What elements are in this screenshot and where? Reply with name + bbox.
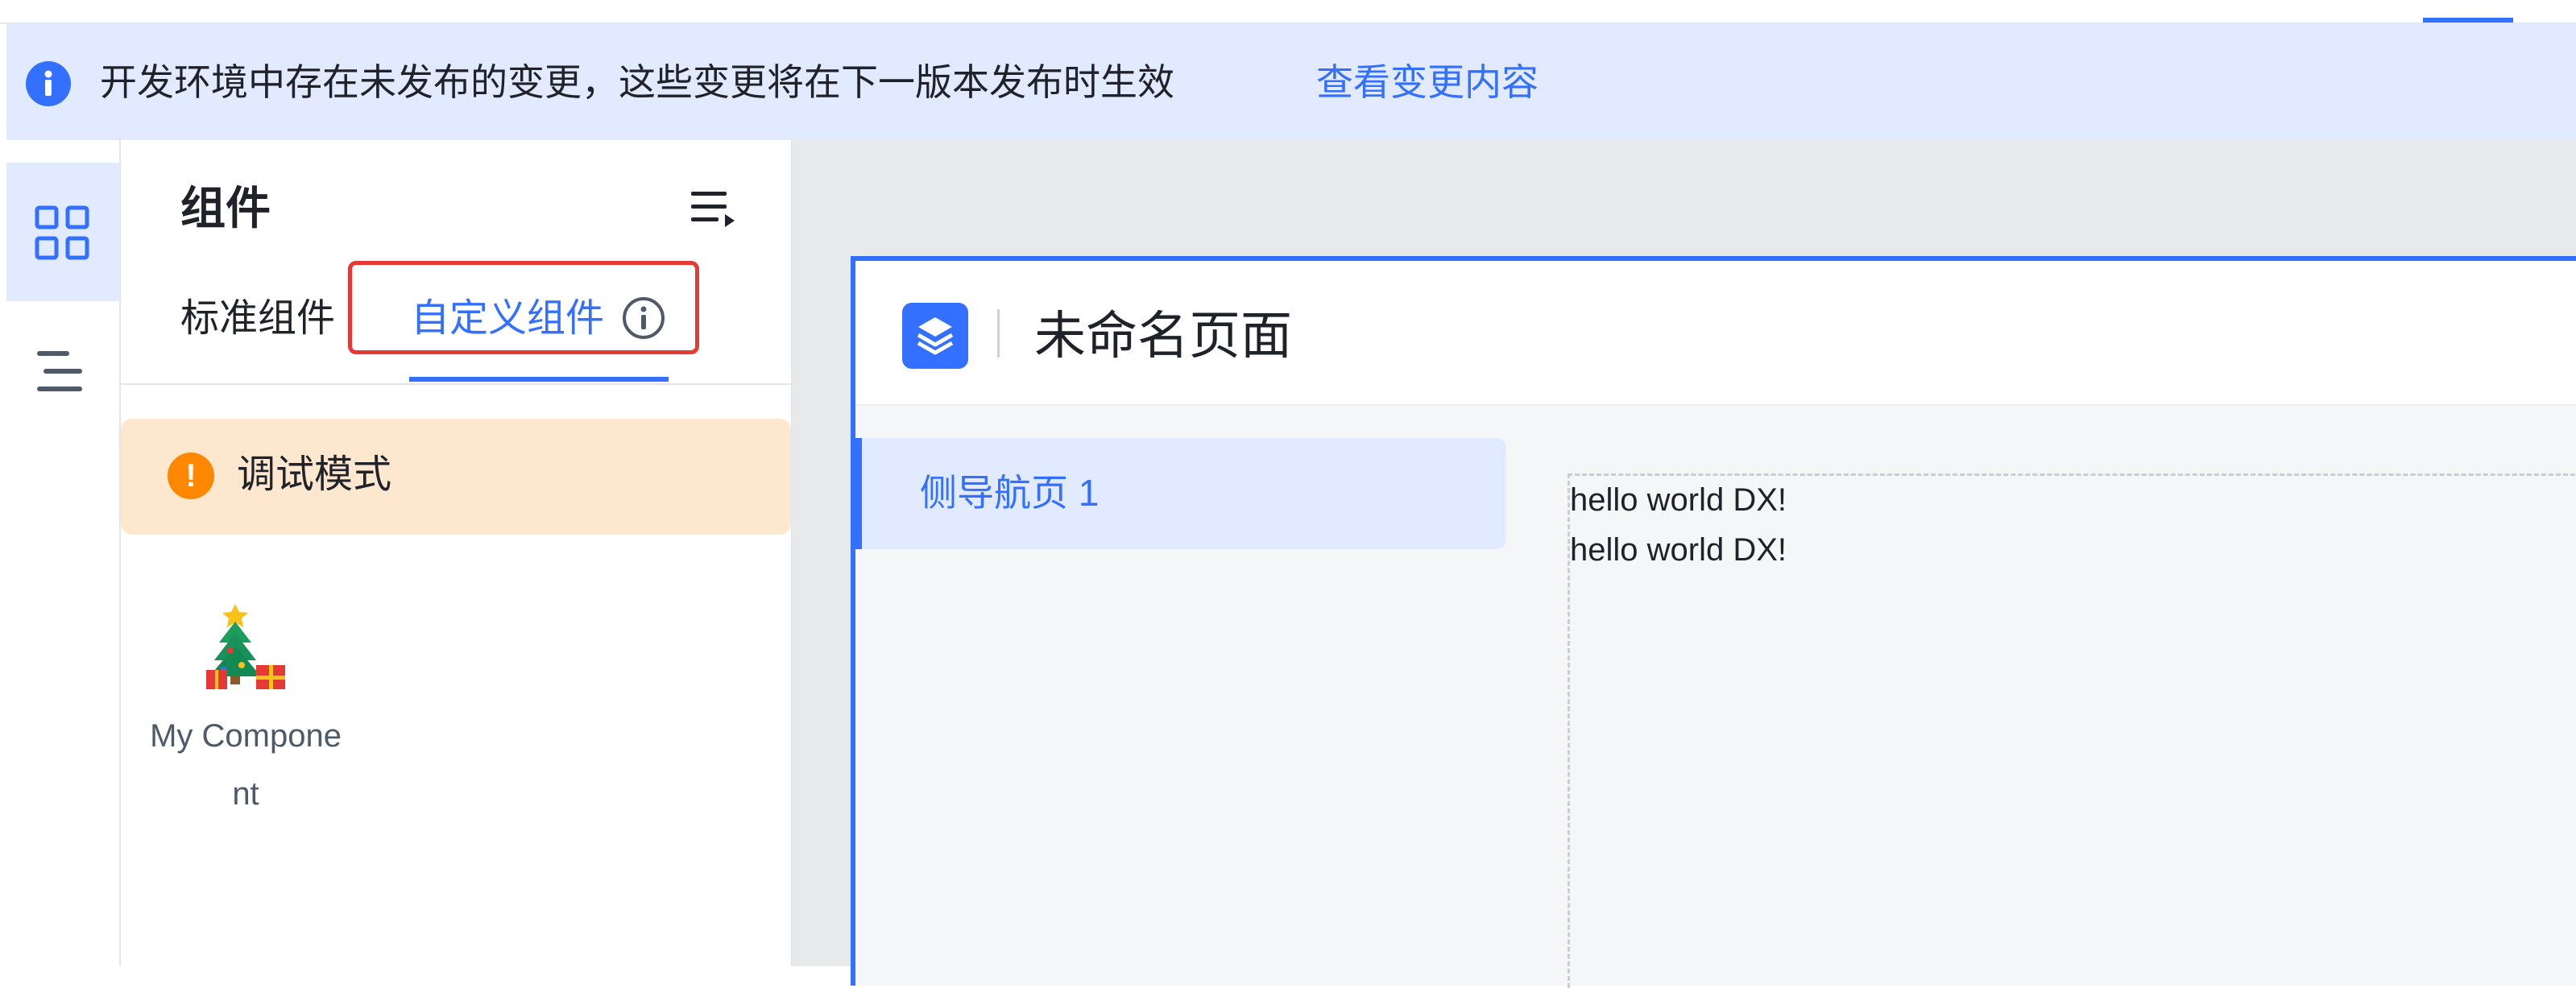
top-bar xyxy=(0,0,2576,24)
warning-icon: ! xyxy=(168,453,214,499)
layers-icon xyxy=(917,317,954,355)
content-text-line: hello world DX! xyxy=(1570,482,1787,518)
debug-mode-banner: ! 调试模式 xyxy=(121,419,791,535)
tab-active-underline xyxy=(409,377,669,382)
component-item[interactable]: My Component xyxy=(145,601,346,874)
outline-icon xyxy=(37,351,82,391)
menu-collapse-icon xyxy=(691,192,735,227)
page-title: 未命名页面 xyxy=(1034,307,1292,365)
active-tab-indicator xyxy=(2423,18,2513,23)
design-canvas: 未命名页面 侧导航页 1 hello world DX! hello world… xyxy=(793,140,2576,988)
side-nav-item[interactable]: 侧导航页 1 xyxy=(855,438,1506,549)
debug-mode-label: 调试模式 xyxy=(237,453,392,496)
rail-item-components[interactable] xyxy=(6,163,119,301)
rail-item-outline[interactable] xyxy=(6,301,119,440)
collapse-menu-button[interactable] xyxy=(685,184,743,235)
christmas-tree-icon xyxy=(206,604,285,689)
page-header: 未命名页面 xyxy=(855,261,2576,406)
banner-message: 开发环境中存在未发布的变更，这些变更将在下一版本发布时生效 xyxy=(100,61,1174,103)
unpublished-changes-banner: 开发环境中存在未发布的变更，这些变更将在下一版本发布时生效 查看变更内容 xyxy=(6,24,2576,140)
panel-title: 组件 xyxy=(180,183,271,234)
header-separator xyxy=(997,309,1000,358)
component-name: My Component xyxy=(150,718,342,812)
view-changes-link[interactable]: 查看变更内容 xyxy=(1316,56,1539,108)
grid-icon xyxy=(35,205,89,260)
component-panel: 组件 标准组件 自定义组件 ! 调试模式 My Component xyxy=(121,140,793,966)
app-logo xyxy=(902,303,968,369)
tab-divider xyxy=(121,383,791,385)
annotation-highlight-box xyxy=(348,261,699,354)
left-rail xyxy=(6,140,121,966)
page-preview[interactable]: 未命名页面 侧导航页 1 hello world DX! hello world… xyxy=(851,256,2576,988)
side-nav-item-label: 侧导航页 1 xyxy=(920,472,1100,514)
info-icon xyxy=(26,61,71,106)
content-text-line: hello world DX! xyxy=(1570,532,1787,568)
tab-standard-components[interactable]: 标准组件 xyxy=(180,293,335,345)
content-area[interactable]: hello world DX! hello world DX! xyxy=(1568,473,2576,988)
